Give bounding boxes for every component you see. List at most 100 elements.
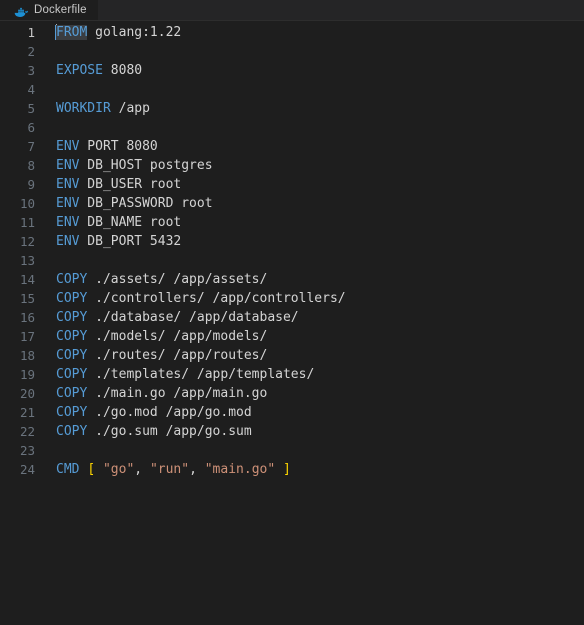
code-token: [ — [87, 462, 96, 477]
line-number: 12 — [19, 234, 35, 249]
code-line[interactable]: 19 COPY ./templates/ /app/templates/ — [0, 365, 584, 384]
code-line[interactable]: 16 COPY ./database/ /app/database/ — [0, 308, 584, 327]
docker-whale-icon — [14, 4, 29, 18]
line-number: 8 — [27, 158, 35, 173]
code-token: ENV — [56, 215, 80, 230]
code-token: DB_PASSWORD root — [79, 196, 213, 211]
code-token: COPY — [56, 310, 88, 325]
line-number: 22 — [19, 424, 35, 439]
line-content — [48, 80, 584, 99]
line-number: 9 — [27, 177, 35, 192]
code-token: COPY — [56, 367, 88, 382]
code-line[interactable]: 7 ENV PORT 8080 — [0, 137, 584, 156]
line-number: 7 — [27, 139, 35, 154]
line-number: 11 — [19, 215, 35, 230]
code-line[interactable]: 13 — [0, 251, 584, 270]
line-number: 15 — [19, 291, 35, 306]
code-line[interactable]: 11 ENV DB_NAME root — [0, 213, 584, 232]
line-content: COPY ./models/ /app/models/ — [48, 327, 584, 346]
code-token: ./assets/ /app/assets/ — [87, 272, 268, 287]
code-editor-area[interactable]: 1 FROM golang:1.22 2 3 EXPOSE 8080 4 5 WORKDIR … — [0, 21, 584, 625]
code-line[interactable]: 23 — [0, 441, 584, 460]
code-token: COPY — [56, 424, 88, 439]
code-token: ./routes/ /app/routes/ — [87, 348, 268, 363]
line-number: 14 — [19, 272, 35, 287]
code-line[interactable]: 3 EXPOSE 8080 — [0, 61, 584, 80]
code-token: ./go.sum /app/go.sum — [87, 424, 252, 439]
line-content: ENV DB_PORT 5432 — [48, 232, 584, 251]
code-line[interactable]: 4 — [0, 80, 584, 99]
code-token: , — [134, 462, 150, 477]
code-token: ENV — [56, 139, 80, 154]
code-token: DB_NAME root — [79, 215, 182, 230]
code-token: WORKDIR — [56, 101, 111, 116]
line-content: EXPOSE 8080 — [48, 61, 584, 80]
code-line[interactable]: 21 COPY ./go.mod /app/go.mod — [0, 403, 584, 422]
code-token: , — [189, 462, 205, 477]
code-token: COPY — [56, 291, 88, 306]
line-number: 18 — [19, 348, 35, 363]
code-line[interactable]: 18 COPY ./routes/ /app/routes/ — [0, 346, 584, 365]
code-line[interactable]: 20 COPY ./main.go /app/main.go — [0, 384, 584, 403]
code-token: ./models/ /app/models/ — [87, 329, 268, 344]
code-token: COPY — [56, 348, 88, 363]
code-token: EXPOSE — [56, 63, 103, 78]
line-number: 13 — [19, 253, 35, 268]
code-line[interactable]: 9 ENV DB_USER root — [0, 175, 584, 194]
code-line[interactable]: 2 — [0, 42, 584, 61]
code-token: "main.go" — [204, 462, 276, 477]
code-line[interactable]: 12 ENV DB_PORT 5432 — [0, 232, 584, 251]
code-line[interactable]: 15 COPY ./controllers/ /app/controllers/ — [0, 289, 584, 308]
editor-tab-bar: Dockerfile — [0, 0, 584, 21]
line-content — [48, 441, 584, 460]
line-number: 2 — [27, 44, 35, 59]
code-token: "run" — [149, 462, 190, 477]
code-line[interactable]: 1 FROM golang:1.22 — [0, 23, 584, 42]
line-number: 24 — [19, 462, 35, 477]
code-token: ./database/ /app/database/ — [87, 310, 299, 325]
line-content: COPY ./go.mod /app/go.mod — [48, 403, 584, 422]
line-content: COPY ./main.go /app/main.go — [48, 384, 584, 403]
code-token: ./templates/ /app/templates/ — [87, 367, 315, 382]
line-number: 1 — [27, 25, 35, 40]
line-number: 4 — [27, 82, 35, 97]
line-number: 3 — [27, 63, 35, 78]
code-token: "go" — [102, 462, 135, 477]
line-number: 6 — [27, 120, 35, 135]
code-token: DB_PORT 5432 — [79, 234, 182, 249]
code-token: 8080 — [102, 63, 143, 78]
line-content: ENV PORT 8080 — [48, 137, 584, 156]
code-token: golang:1.22 — [87, 25, 182, 40]
line-content — [48, 251, 584, 270]
line-content: COPY ./database/ /app/database/ — [48, 308, 584, 327]
line-number: 23 — [19, 443, 35, 458]
code-token: ] — [283, 462, 291, 477]
line-content: ENV DB_PASSWORD root — [48, 194, 584, 213]
code-editor-window: Dockerfile 1 FROM golang:1.22 2 3 EXPOSE 808… — [0, 0, 584, 625]
code-line[interactable]: 14 COPY ./assets/ /app/assets/ — [0, 270, 584, 289]
line-content: COPY ./go.sum /app/go.sum — [48, 422, 584, 441]
code-line[interactable]: 8 ENV DB_HOST postgres — [0, 156, 584, 175]
line-number: 10 — [19, 196, 35, 211]
code-line[interactable]: 22 COPY ./go.sum /app/go.sum — [0, 422, 584, 441]
code-token: ENV — [56, 158, 80, 173]
code-line[interactable]: 10 ENV DB_PASSWORD root — [0, 194, 584, 213]
code-line[interactable]: 24 CMD [ "go", "run", "main.go" ] — [0, 460, 584, 479]
code-token: FROM — [56, 25, 88, 40]
line-content: COPY ./assets/ /app/assets/ — [48, 270, 584, 289]
tab-dockerfile[interactable]: Dockerfile — [0, 0, 98, 21]
code-token: COPY — [56, 329, 88, 344]
line-content: ENV DB_HOST postgres — [48, 156, 584, 175]
line-content — [48, 42, 584, 61]
line-number: 21 — [19, 405, 35, 420]
line-content — [48, 118, 584, 137]
line-content: CMD [ "go", "run", "main.go" ] — [48, 460, 584, 479]
code-line[interactable]: 17 COPY ./models/ /app/models/ — [0, 327, 584, 346]
code-line[interactable]: 5 WORKDIR /app — [0, 99, 584, 118]
code-line[interactable]: 6 — [0, 118, 584, 137]
code-token: CMD — [56, 462, 80, 477]
code-token: COPY — [56, 405, 88, 420]
line-number: 5 — [27, 101, 35, 116]
line-content: FROM golang:1.22 — [48, 23, 584, 42]
